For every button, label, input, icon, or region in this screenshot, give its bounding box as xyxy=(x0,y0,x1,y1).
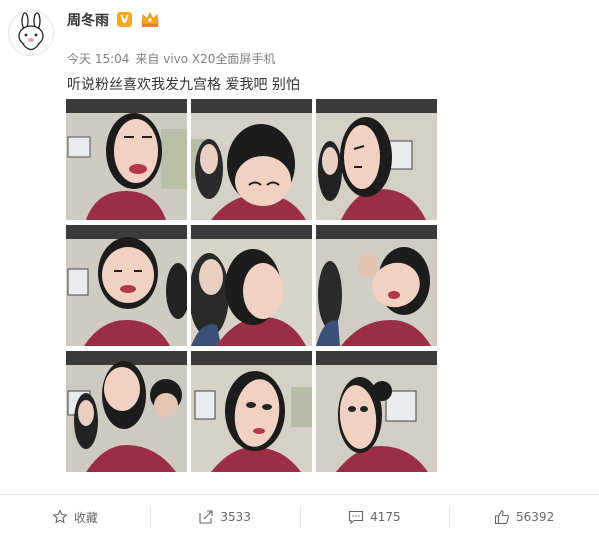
weibo-post-card: 周冬雨 V 今天 15:04 来自 vivo X20全面屏手机 听说粉丝喜欢我发九… xyxy=(0,0,599,538)
photo-3[interactable] xyxy=(316,99,437,220)
repost-count: 3533 xyxy=(220,510,251,524)
post-time[interactable]: 今天 15:04 xyxy=(67,52,129,66)
verified-icon: V xyxy=(117,12,132,27)
photo-1[interactable] xyxy=(66,99,187,220)
photo-6[interactable] xyxy=(316,225,437,346)
like-count: 56392 xyxy=(516,510,555,524)
photo-grid xyxy=(66,99,438,472)
post-source[interactable]: 来自 vivo X20全面屏手机 xyxy=(135,52,275,66)
post-text: 听说粉丝喜欢我发九宫格 爱我吧 别怕 xyxy=(67,77,300,93)
comment-button[interactable]: 4175 xyxy=(299,495,450,539)
comment-count: 4175 xyxy=(370,510,401,524)
comment-icon xyxy=(349,510,364,525)
photo-8[interactable] xyxy=(191,351,312,472)
thumbs-up-icon xyxy=(494,510,510,525)
photo-2[interactable] xyxy=(191,99,312,220)
post-meta: 今天 15:04 来自 vivo X20全面屏手机 xyxy=(67,50,281,67)
photo-9[interactable] xyxy=(316,351,437,472)
favorite-label: 收藏 xyxy=(73,510,98,525)
share-icon xyxy=(199,510,213,524)
like-button[interactable]: 56392 xyxy=(449,495,599,539)
photo-7[interactable] xyxy=(66,351,187,472)
username[interactable]: 周冬雨 xyxy=(67,12,109,30)
photo-4[interactable] xyxy=(66,225,187,346)
crown-icon xyxy=(141,12,159,27)
action-bar: 收藏 3533 4175 56392 xyxy=(0,494,599,539)
star-icon xyxy=(52,509,68,524)
favorite-button[interactable]: 收藏 xyxy=(0,495,150,539)
user-avatar[interactable] xyxy=(8,10,54,56)
repost-button[interactable]: 3533 xyxy=(149,495,300,539)
photo-5[interactable] xyxy=(191,225,312,346)
